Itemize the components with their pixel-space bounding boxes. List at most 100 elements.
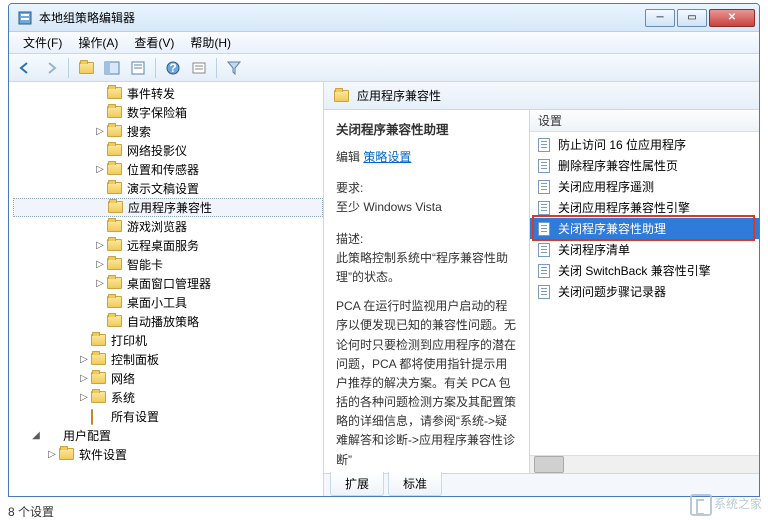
expand-icon[interactable]: ▷ xyxy=(77,373,91,384)
folder-icon xyxy=(91,372,107,386)
forward-button[interactable] xyxy=(39,56,63,80)
expand-icon[interactable]: ▷ xyxy=(77,354,91,365)
expand-icon[interactable]: ▷ xyxy=(93,126,107,137)
tab-standard[interactable]: 标准 xyxy=(388,472,442,496)
tree-label: 自动播放策略 xyxy=(127,313,205,330)
all-settings-icon xyxy=(91,410,107,424)
settings-item[interactable]: 删除程序兼容性属性页 xyxy=(530,155,759,176)
settings-column-header[interactable]: 设置 xyxy=(530,110,759,132)
folder-icon xyxy=(107,106,123,120)
svg-text:?: ? xyxy=(169,61,176,75)
minimize-button[interactable]: ─ xyxy=(645,9,675,27)
detail-panel: 关闭程序兼容性助理 编辑 策略设置 要求: 至少 Windows Vista 描… xyxy=(324,110,529,473)
expand-icon[interactable]: ▷ xyxy=(93,259,107,270)
tree-item[interactable]: 所有设置 xyxy=(13,407,323,426)
tree-label: 搜索 xyxy=(127,123,157,140)
titlebar: 本地组策略编辑器 ─ ▭ ✕ xyxy=(9,4,759,32)
menu-action[interactable]: 操作(A) xyxy=(70,32,126,53)
tree-item[interactable]: 游戏浏览器 xyxy=(13,217,323,236)
tree-item[interactable]: ▷系统 xyxy=(13,388,323,407)
expand-icon[interactable]: ▷ xyxy=(45,449,59,460)
tree-pane[interactable]: 事件转发数字保险箱 ▷ 搜索网络投影仪 ▷ 位置和传感器演示文稿设置应用程序兼容性游戏浏… xyxy=(9,82,324,496)
tree-item[interactable]: 自动播放策略 xyxy=(13,312,323,331)
expand-icon[interactable]: ◢ xyxy=(29,430,43,441)
policy-icon xyxy=(536,180,552,194)
properties-button[interactable] xyxy=(126,56,150,80)
folder-icon xyxy=(91,391,107,405)
tree-item[interactable]: ▷桌面窗口管理器 xyxy=(13,274,323,293)
tree-item[interactable]: ▷网络 xyxy=(13,369,323,388)
tree-item[interactable]: ◢ 用户配置 xyxy=(13,426,323,445)
back-button[interactable] xyxy=(13,56,37,80)
policy-icon xyxy=(536,138,552,152)
filter-button[interactable] xyxy=(222,56,246,80)
tree-label: 智能卡 xyxy=(127,256,169,273)
requirements-label: 要求: xyxy=(336,179,517,198)
policy-icon xyxy=(536,159,552,173)
tree-label: 用户配置 xyxy=(63,427,117,444)
tree-item[interactable]: ▷ 远程桌面服务 xyxy=(13,236,323,255)
settings-item[interactable]: 关闭程序清单 xyxy=(530,239,759,260)
settings-list-body[interactable]: 防止访问 16 位应用程序删除程序兼容性属性页关闭应用程序遥测关闭应用程序兼容性… xyxy=(530,132,759,455)
settings-item[interactable]: 关闭程序兼容性助理 xyxy=(530,218,759,239)
tree-item[interactable]: ▷ 位置和传感器 xyxy=(13,160,323,179)
settings-item[interactable]: 关闭应用程序兼容性引擎 xyxy=(530,197,759,218)
tree-item[interactable]: ▷ 智能卡 xyxy=(13,255,323,274)
description-label: 描述: xyxy=(336,230,517,249)
policy-icon xyxy=(536,201,552,215)
expand-icon[interactable]: ▷ xyxy=(93,240,107,251)
tree-item[interactable]: ▷ 软件设置 xyxy=(13,445,323,464)
tree-label: 游戏浏览器 xyxy=(127,218,193,235)
tree-label: 应用程序兼容性 xyxy=(128,199,218,216)
tree-label: 远程桌面服务 xyxy=(127,237,205,254)
maximize-button[interactable]: ▭ xyxy=(677,9,707,27)
tree-label: 位置和传感器 xyxy=(127,161,205,178)
tree-label: 软件设置 xyxy=(79,446,133,463)
toolbar: ? xyxy=(9,54,759,82)
content-area: 事件转发数字保险箱▷搜索网络投影仪▷位置和传感器演示文稿设置应用程序兼容性游戏浏… xyxy=(9,82,759,496)
expand-icon[interactable]: ▷ xyxy=(93,278,107,289)
detail-title: 关闭程序兼容性助理 xyxy=(336,120,517,140)
tree-label: 数字保险箱 xyxy=(127,104,193,121)
settings-item-label: 关闭应用程序兼容性引擎 xyxy=(558,199,690,216)
tree-item[interactable]: 演示文稿设置 xyxy=(13,179,323,198)
expand-icon[interactable]: ▷ xyxy=(77,392,91,403)
horizontal-scrollbar[interactable] xyxy=(530,455,759,473)
menu-help[interactable]: 帮助(H) xyxy=(182,32,239,53)
settings-item[interactable]: 关闭 SwitchBack 兼容性引擎 xyxy=(530,260,759,281)
expand-icon[interactable]: ▷ xyxy=(93,164,107,175)
folder-icon xyxy=(107,258,123,272)
tree-item[interactable]: 数字保险箱 xyxy=(13,103,323,122)
tree-item[interactable]: 网络投影仪 xyxy=(13,141,323,160)
policy-icon xyxy=(536,243,552,257)
menu-file[interactable]: 文件(F) xyxy=(15,32,70,53)
tree-item[interactable]: 桌面小工具 xyxy=(13,293,323,312)
settings-item-label: 关闭程序兼容性助理 xyxy=(558,220,666,237)
up-button[interactable] xyxy=(74,56,98,80)
options-button[interactable] xyxy=(187,56,211,80)
tree-item[interactable]: 应用程序兼容性 xyxy=(13,198,323,217)
tree-item[interactable]: ▷控制面板 xyxy=(13,350,323,369)
settings-item[interactable]: 防止访问 16 位应用程序 xyxy=(530,134,759,155)
policy-icon xyxy=(536,264,552,278)
menu-view[interactable]: 查看(V) xyxy=(126,32,182,53)
tab-extended[interactable]: 扩展 xyxy=(330,472,384,496)
requirements-value: 至少 Windows Vista xyxy=(336,198,517,217)
gear-icon xyxy=(43,429,59,443)
settings-item-label: 关闭问题步骤记录器 xyxy=(558,283,666,300)
close-button[interactable]: ✕ xyxy=(709,9,755,27)
help-button[interactable]: ? xyxy=(161,56,185,80)
tree-item[interactable]: 事件转发 xyxy=(13,84,323,103)
settings-item[interactable]: 关闭应用程序遥测 xyxy=(530,176,759,197)
settings-item-label: 防止访问 16 位应用程序 xyxy=(558,136,686,153)
show-hide-tree-button[interactable] xyxy=(100,56,124,80)
tree-item[interactable]: ▷ 搜索 xyxy=(13,122,323,141)
menubar: 文件(F) 操作(A) 查看(V) 帮助(H) xyxy=(9,32,759,54)
folder-icon xyxy=(107,182,123,196)
settings-item[interactable]: 关闭问题步骤记录器 xyxy=(530,281,759,302)
tree-item[interactable]: 打印机 xyxy=(13,331,323,350)
right-pane-header: 应用程序兼容性 xyxy=(324,82,759,110)
folder-icon xyxy=(107,239,123,253)
edit-policy-link[interactable]: 策略设置 xyxy=(363,150,411,164)
settings-item-label: 关闭应用程序遥测 xyxy=(558,178,654,195)
